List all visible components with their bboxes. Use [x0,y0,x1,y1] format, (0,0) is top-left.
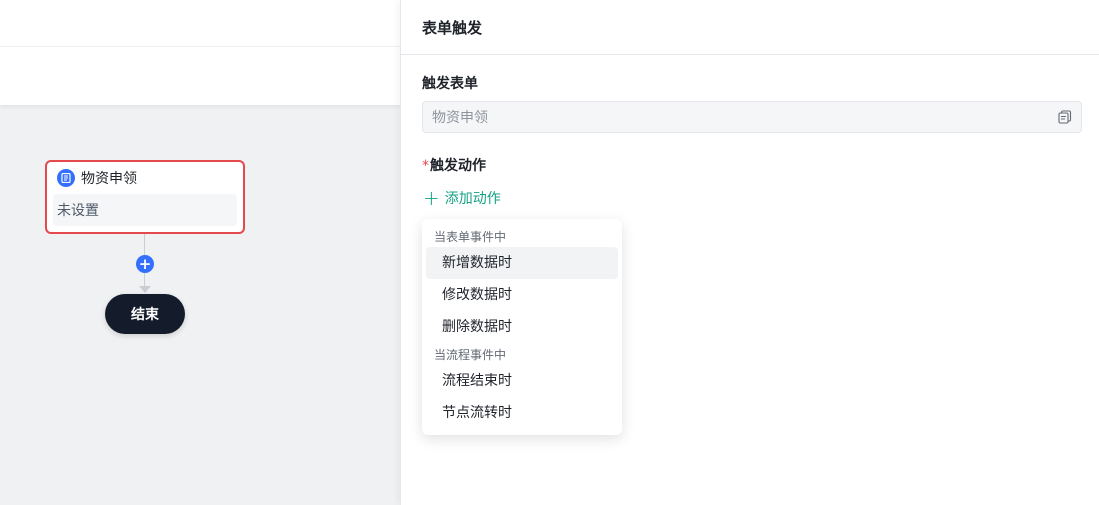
trigger-node-header: 物资申领 [53,168,237,188]
menu-item-create[interactable]: 新增数据时 [426,247,618,279]
menu-group-title: 当流程事件中 [434,348,507,362]
form-link-icon[interactable] [1058,110,1072,124]
toolbar-divider [0,46,400,47]
menu-item-node-transfer[interactable]: 节点流转时 [426,397,618,429]
canvas-toolbar [0,0,400,105]
trigger-node-title: 物资申领 [81,171,137,187]
add-action-label: 添加动作 [444,191,501,207]
menu-item-flow-end[interactable]: 流程结束时 [426,365,618,397]
required-marker: * [422,158,429,174]
end-node[interactable]: 结束 [105,294,185,334]
trigger-node[interactable]: 物资申领 未设置 [45,160,245,234]
plus-icon: + [423,186,440,210]
menu-group-title: 当表单事件中 [434,230,507,244]
menu-item-update[interactable]: 修改数据时 [426,279,618,311]
action-section-text: 触发动作 [430,158,486,174]
trigger-settings-panel: 表单触发 触发表单 物资申领 *触发动作 + 添加动作 当表单事件中 新增数据时… [400,0,1099,505]
flow-arrow-icon [139,286,151,293]
flow-canvas[interactable]: 物资申领 未设置 + 结束 [0,0,400,505]
menu-item-delete[interactable]: 删除数据时 [426,311,618,343]
form-section-label: 触发表单 [422,76,478,92]
add-action-button[interactable]: + 添加动作 [423,188,501,208]
add-node-button[interactable]: + [136,255,154,273]
action-section-label: *触发动作 [422,155,486,175]
form-select[interactable]: 物资申领 [422,101,1082,133]
form-select-value: 物资申领 [432,110,488,126]
panel-title: 表单触发 [401,0,1099,55]
form-icon [57,169,75,187]
trigger-node-status: 未设置 [53,194,237,226]
action-dropdown-menu: 当表单事件中 新增数据时 修改数据时 删除数据时 当流程事件中 流程结束时 节点… [422,219,622,435]
